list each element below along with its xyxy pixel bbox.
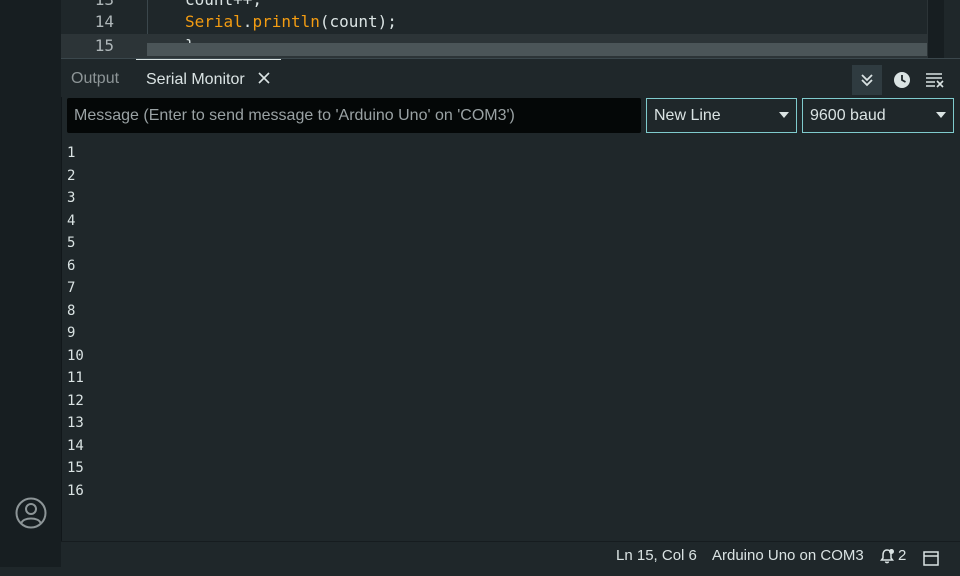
serial-output-line: 6 [67, 257, 76, 274]
message-input[interactable] [67, 98, 641, 133]
serial-output-line: 3 [67, 190, 76, 206]
serial-output-line: 4 [67, 212, 76, 229]
baud-rate-value: 9600 baud [810, 107, 886, 124]
tab-label: Serial Monitor [146, 71, 245, 88]
serial-output-line: 8 [67, 302, 76, 319]
notifications[interactable]: 2 [879, 542, 906, 570]
serial-output-line: 9 [67, 325, 76, 341]
serial-output-line: 2 [67, 167, 76, 184]
line-ending-value: New Line [654, 107, 721, 124]
serial-output-line: 1 [67, 145, 76, 161]
serial-output-line: 11 [67, 370, 84, 386]
bell-icon [880, 549, 894, 564]
serial-output[interactable]: 1 2 3 4 5 6 7 8 9 10 11 12 13 14 15 16 [67, 142, 947, 540]
code-text: Serial.println(count); [185, 12, 397, 31]
line-number: 15 [94, 36, 114, 55]
serial-output-line: 16 [67, 482, 84, 499]
serial-output-line: 12 [67, 392, 84, 409]
code-editor[interactable]: 13 count++; 14 Serial.println(count); 15… [61, 0, 944, 58]
code-line: 14 Serial.println(count); [61, 10, 944, 34]
panel-header: Output Serial Monitor [61, 58, 960, 97]
horizontal-scrollbar[interactable] [147, 43, 939, 56]
tab-output[interactable]: Output [71, 59, 119, 97]
serial-output-line: 14 [67, 437, 84, 454]
line-number: 14 [94, 12, 114, 31]
vertical-scrollbar[interactable] [927, 0, 944, 58]
serial-output-line: 10 [67, 347, 84, 364]
close-icon[interactable] [257, 61, 271, 84]
toggle-panel-icon[interactable] [923, 548, 939, 576]
account-icon[interactable] [14, 496, 48, 530]
activity-bar [0, 0, 62, 567]
code-token-function: println [252, 12, 320, 31]
tab-serial-monitor[interactable]: Serial Monitor [136, 59, 282, 98]
serial-output-line: 5 [67, 235, 76, 251]
clock-icon[interactable] [887, 65, 917, 95]
serial-output-line: 13 [67, 415, 84, 431]
caret-down-icon [936, 112, 946, 118]
clear-output-icon[interactable] [920, 65, 950, 95]
line-ending-select[interactable]: New Line [646, 98, 797, 133]
serial-output-line: 7 [67, 280, 76, 296]
caret-down-icon [779, 112, 789, 118]
serial-output-line: 15 [67, 460, 84, 476]
baud-rate-select[interactable]: 9600 baud [802, 98, 954, 133]
code-token-args: (count); [319, 12, 397, 31]
status-bar: Ln 15, Col 6 Arduino Uno on COM3 2 [61, 541, 960, 568]
cursor-position[interactable]: Ln 15, Col 6 [616, 542, 697, 570]
tab-label: Output [71, 70, 120, 87]
notification-count: 2 [898, 547, 907, 564]
double-chevron-down-icon[interactable] [852, 65, 882, 95]
code-token-class: Serial [185, 12, 243, 31]
board-status[interactable]: Arduino Uno on COM3 [712, 542, 864, 570]
